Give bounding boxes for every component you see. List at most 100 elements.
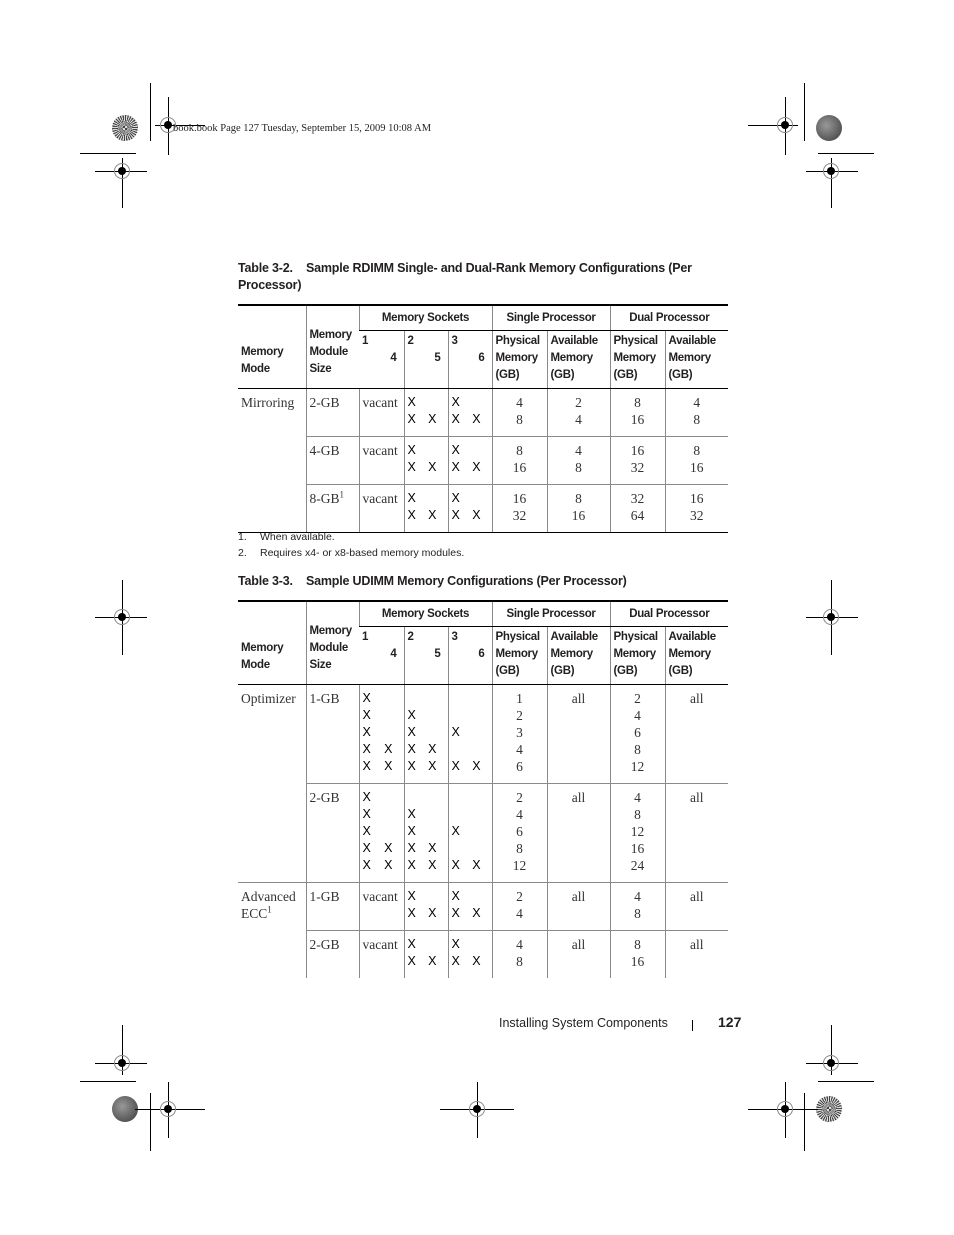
module-size-cell: 2-GB [305,930,359,978]
socket-vacant: vacant [362,937,398,952]
socket-number: 3 [451,631,458,643]
memory-value: 6 [634,725,641,740]
socket-vacant: vacant [362,491,398,506]
socket-populated-mark [382,690,401,707]
socket-populated-mark: X [472,954,481,968]
footnote: 1. When available. [238,531,335,543]
memory-value-cell-sp-avail: 48 [546,436,611,485]
socket-populated-mark: X [451,759,460,773]
memory-value: 16 [690,460,704,475]
table-row: 2-GB vacant X X X X X X 4 8 all 8 16 all [238,930,729,978]
memory-value: all [571,937,586,952]
table-3-2: Memory Mode Memory Module Size Memory So… [238,304,729,533]
socket-populated-mark: X [407,412,416,426]
memory-value: 8 [693,412,701,427]
socket-populated-mark [452,806,471,823]
socket-number: 6 [478,352,485,364]
module-size: 1-GB [309,691,340,706]
memory-mode-cell [238,784,306,883]
module-size: 2-GB [309,790,340,805]
memory-value: 8 [693,443,701,458]
socket-population-line: X [408,707,445,724]
memory-value: 24 [630,858,645,873]
memory-value: 16 [630,443,645,458]
socket-populated-mark [382,806,401,823]
socket-populated-mark: X [451,937,460,951]
footnote: 2. Requires x4- or x8-based memory module… [238,547,465,559]
socket-populated-mark: X [428,460,437,474]
table-row: 8-GB1 vacant X X X X X X 16 32 8 16 32 64 16 32 [238,484,729,533]
socket-populated-mark [382,789,401,806]
socket-populated-mark: X [362,725,371,739]
memory-value-cell-dp-avail: 8 16 [664,436,729,485]
socket-populated-mark: X [407,937,416,951]
memory-value: 4 [634,708,641,723]
socket-populated-mark: X [472,508,481,522]
memory-value: 2 [575,395,582,410]
color-bar-disc-icon [816,1096,842,1122]
socket-populated-mark: X [362,691,371,705]
socket-population-line [452,690,489,707]
socket-vacant: vacant [362,443,398,458]
socket-populated-mark: X [362,858,371,872]
socket-pair-cell: XXX [403,436,448,485]
memory-value-cell-sp-phys: 48 [491,388,548,437]
memory-value: 1 [516,691,523,706]
socket-population-line: X [452,490,489,507]
memory-value: 2 [516,708,523,723]
socket-populated-mark [470,490,489,507]
socket-populated-mark [426,490,445,507]
socket-population-line [408,789,445,806]
socket-populated-mark: X [451,858,460,872]
memory-value-cell-sp-avail: all [546,684,611,784]
socket-population-line: XX [452,758,489,775]
crop-line [80,1081,136,1082]
header-socket-pair: 14 [359,330,404,389]
header-physical-memory: Physical Memory (GB) [609,330,666,389]
table-row: Optimizer 1-GB X X X X X X X X X X X X X X X X 1 2 3 4 6 all 2 4 6… [238,684,729,784]
socket-population-line: X [452,442,489,459]
socket-populated-mark: X [384,742,393,756]
socket-populated-mark: X [451,508,460,522]
socket-populated-mark: X [428,508,437,522]
table-3-3-caption: Table 3-3. Sample UDIMM Memory Configurat… [238,573,718,590]
registration-mark-icon [114,163,130,179]
footnotes: 1. When available. 2. Requires x4- or x8-b… [238,529,464,561]
print-slug: book.book Page 127 Tuesday, September 15… [173,123,432,134]
table-3-2-caption: Table 3-2. Sample RDIMM Single- and Dual-… [238,260,718,294]
socket-populated-mark: X [407,491,416,505]
crop-line [818,1081,874,1082]
socket-populated-mark: X [362,841,371,855]
socket-population-line: X [363,690,401,707]
socket-populated-mark: X [407,725,416,739]
memory-value: 8 [516,841,523,856]
socket-population-line: X [408,936,445,953]
memory-value: 8 [575,491,582,506]
registration-mark-icon [777,117,793,133]
module-size: 4-GB [309,443,340,458]
socket-populated-mark [408,690,427,707]
header-module-size: Memory Module Size [305,304,359,389]
registration-mark-icon [777,1101,793,1117]
socket-populated-mark: X [451,954,460,968]
socket-populated-mark: X [428,412,437,426]
memory-value: 16 [512,460,527,475]
header-available-memory: Available Memory (GB) [546,626,611,685]
module-size: 2-GB [309,395,340,410]
module-size-cell: 4-GB [305,436,359,485]
header-socket-pair: 25 [403,330,448,389]
memory-value-cell-dp-avail: all [664,684,729,784]
header-socket-pair: 36 [447,330,493,389]
table-row: Mirroring 2-GB vacant X X X X X X 4 8 2 4 8 16 4 8 [238,388,729,437]
socket-pair-cell: XXX [447,783,493,883]
socket-pair-cell: XXX [403,484,448,533]
socket-populated-mark: X [451,443,460,457]
socket-population-line: vacant [363,442,401,459]
socket-population-line: X [363,724,401,741]
memory-value: all [571,889,586,904]
socket-populated-mark: X [407,906,416,920]
registration-mark-icon [823,1055,839,1071]
socket-population-line: X [452,888,489,905]
memory-value: 12 [630,824,645,839]
socket-populated-mark: X [362,708,371,722]
